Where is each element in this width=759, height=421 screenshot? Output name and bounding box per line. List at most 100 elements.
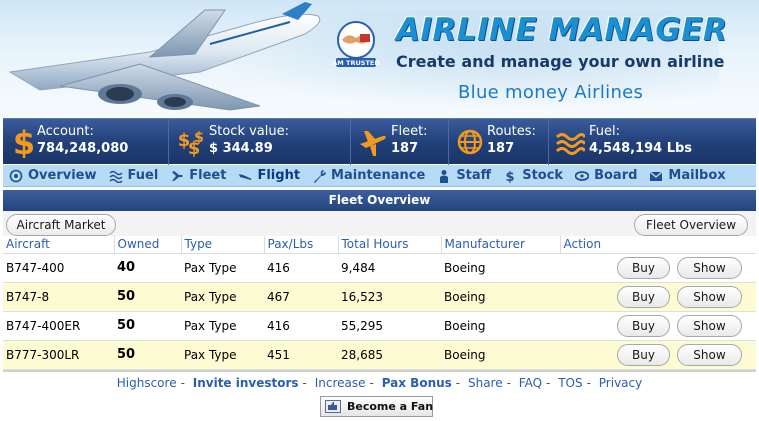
- stat-fuel-label: Fuel:: [589, 124, 620, 139]
- stat-fuel: Fuel: 4,548,194 Lbs: [549, 119, 756, 165]
- column-header-owned[interactable]: Owned: [114, 236, 182, 254]
- main-nav: Overview Fuel Fleet Flight Maintenance S…: [3, 165, 756, 187]
- footer-link-pax-bonus[interactable]: Pax Bonus: [382, 376, 452, 390]
- fan-icon: [325, 400, 341, 413]
- cell-pax: 451: [264, 340, 338, 370]
- table-row: B747-400 40 Pax Type 416 9,484 Boeing Bu…: [3, 253, 756, 283]
- cell-type: Pax Type: [181, 282, 264, 312]
- stat-fleet-value: 187: [391, 141, 419, 156]
- buy-button[interactable]: Buy: [617, 314, 670, 337]
- buy-button[interactable]: Buy: [617, 256, 670, 279]
- cell-owned: 50: [114, 282, 181, 312]
- cell-pax: 467: [264, 282, 338, 312]
- nav-board-label: Board: [594, 168, 638, 183]
- cell-hours: 55,295: [338, 311, 441, 341]
- cell-actions: Buy Show: [560, 340, 756, 370]
- airplane-illustration: [8, 2, 321, 111]
- svg-text:$: $: [506, 170, 515, 183]
- cell-owned: 50: [114, 340, 181, 370]
- nav-mailbox[interactable]: Mailbox: [647, 165, 729, 187]
- nav-overview[interactable]: Overview: [7, 165, 101, 187]
- footer-links: Highscore - Invite investors - Increase - P…: [0, 376, 759, 392]
- cell-pax: 416: [264, 253, 338, 283]
- cell-manufacturer: Boeing: [441, 311, 560, 341]
- show-button[interactable]: Show: [677, 314, 742, 337]
- column-header-aircraft[interactable]: Aircraft: [3, 236, 115, 254]
- fleet-icon: [172, 170, 183, 181]
- stat-routes-value: 187: [487, 141, 515, 156]
- am-trusted-badge[interactable]: AM TRUSTED: [330, 18, 382, 70]
- cell-hours: 28,685: [338, 340, 441, 370]
- table-row: B747-400ER 50 Pax Type 416 55,295 Boeing…: [3, 311, 756, 341]
- board-icon: [575, 170, 590, 181]
- svg-text:$: $: [13, 126, 35, 158]
- column-header-manufacturer[interactable]: Manufacturer: [441, 236, 561, 254]
- footer-separator: -: [586, 376, 591, 390]
- cell-manufacturer: Boeing: [441, 282, 560, 312]
- show-button[interactable]: Show: [677, 256, 742, 279]
- cell-aircraft: B747-400: [3, 253, 114, 283]
- column-header-pax[interactable]: Pax/Lbs: [264, 236, 339, 254]
- nav-board[interactable]: Board: [573, 165, 641, 187]
- stat-fleet-label: Fleet:: [391, 124, 428, 139]
- cell-owned: 40: [114, 253, 181, 283]
- table-row: B747-8 50 Pax Type 467 16,523 Boeing Buy…: [3, 282, 756, 312]
- stat-routes-label: Routes:: [487, 124, 536, 139]
- stats-bar: $ Account: 784,248,080 $ $ $ Stock value…: [3, 118, 756, 165]
- cell-owned: 50: [114, 311, 181, 341]
- stat-account-value: 784,248,080: [37, 141, 129, 156]
- nav-fleet[interactable]: Fleet: [168, 165, 230, 187]
- stat-fuel-value: 4,548,194 Lbs: [589, 141, 693, 156]
- nav-maintenance[interactable]: Maintenance: [310, 165, 429, 187]
- wrench-icon: [314, 169, 327, 183]
- overview-icon: [9, 169, 23, 182]
- stock-icon: $: [506, 170, 515, 183]
- cell-actions: Buy Show: [560, 311, 756, 341]
- nav-maintenance-label: Maintenance: [331, 168, 426, 183]
- cell-aircraft: B747-8: [3, 282, 114, 312]
- stat-stock-value: $ $ $ Stock value: $ 344.89: [169, 119, 351, 165]
- buy-button[interactable]: Buy: [617, 343, 670, 366]
- column-header-action: Action: [560, 236, 756, 254]
- cell-pax: 416: [264, 311, 338, 341]
- footer-link-share[interactable]: Share: [468, 376, 503, 390]
- stat-account-label: Account:: [37, 124, 94, 139]
- become-a-fan-button[interactable]: Become a Fan: [320, 396, 433, 417]
- footer-link-increase[interactable]: Increase: [315, 376, 366, 390]
- become-a-fan-label: Become a Fan: [347, 400, 434, 413]
- footer-link-highscore[interactable]: Highscore: [117, 376, 177, 390]
- column-header-total-hours[interactable]: Total Hours: [338, 236, 442, 254]
- logo-tagline: Create and manage your own airline: [396, 52, 725, 71]
- cell-hours: 9,484: [338, 253, 441, 283]
- mailbox-icon: [649, 170, 663, 181]
- fleet-overview-button[interactable]: Fleet Overview: [634, 214, 748, 236]
- fleet-table: Aircraft Owned Type Pax/Lbs Total Hours …: [3, 236, 756, 370]
- nav-fuel-label: Fuel: [127, 168, 159, 183]
- nav-fuel[interactable]: Fuel: [107, 165, 163, 187]
- footer-link-privacy[interactable]: Privacy: [599, 376, 642, 390]
- footer-separator: -: [455, 376, 461, 390]
- nav-stock[interactable]: $ Stock: [501, 165, 567, 187]
- footer-separator: -: [180, 376, 185, 390]
- cell-type: Pax Type: [181, 311, 264, 341]
- aircraft-market-button[interactable]: Aircraft Market: [6, 214, 116, 236]
- footer-separator: -: [546, 376, 551, 390]
- nav-flight[interactable]: Flight: [236, 165, 304, 187]
- footer-link-tos[interactable]: TOS: [558, 376, 582, 390]
- stat-routes: Routes: 187: [449, 119, 549, 165]
- stat-stock-value-text: $ 344.89: [209, 141, 273, 156]
- cell-manufacturer: Boeing: [441, 340, 560, 370]
- nav-fleet-label: Fleet: [189, 168, 227, 183]
- show-button[interactable]: Show: [677, 343, 742, 366]
- footer-link-invite-investors[interactable]: Invite investors: [193, 376, 299, 390]
- footer-link-faq[interactable]: FAQ: [519, 376, 542, 390]
- dollar-icon: $: [13, 126, 35, 158]
- show-button[interactable]: Show: [677, 285, 742, 308]
- column-header-type[interactable]: Type: [181, 236, 265, 254]
- cell-hours: 16,523: [338, 282, 441, 312]
- footer-separator: -: [302, 376, 307, 390]
- globe-icon: [457, 129, 483, 155]
- nav-staff[interactable]: Staff: [435, 165, 495, 187]
- buy-button[interactable]: Buy: [617, 285, 670, 308]
- cell-aircraft: B777-300LR: [3, 340, 114, 370]
